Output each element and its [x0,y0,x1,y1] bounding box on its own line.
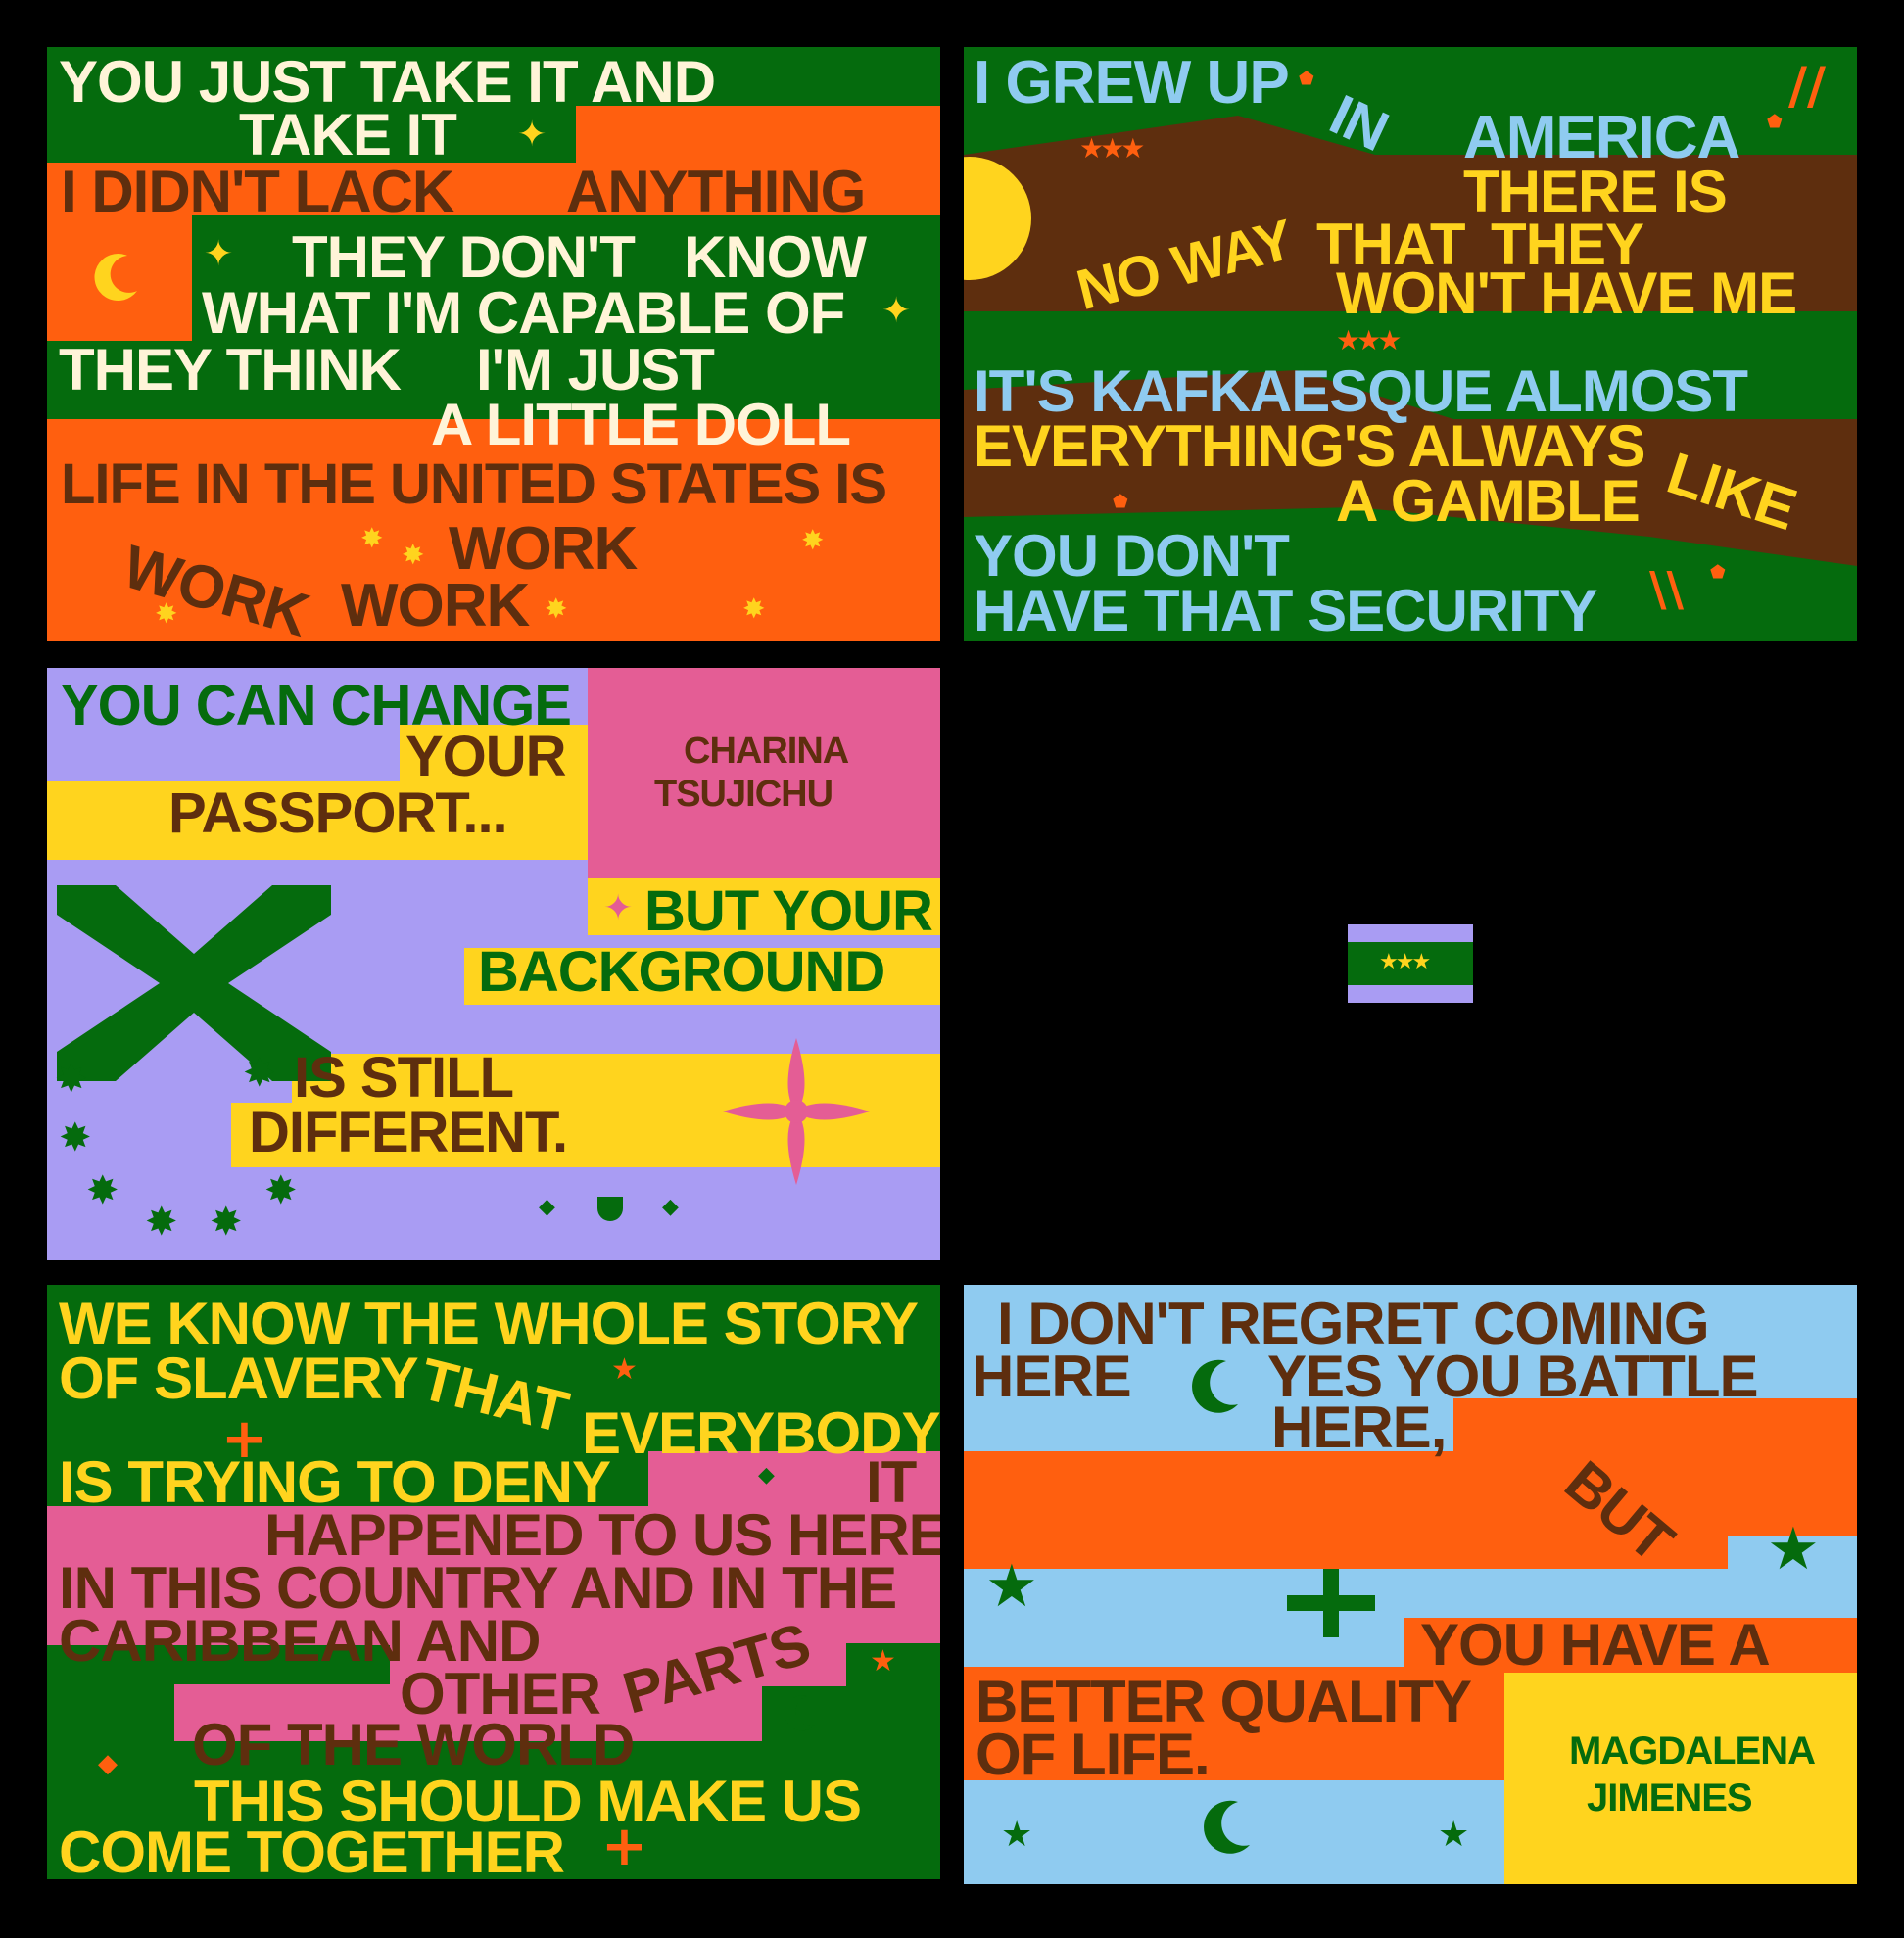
pentagon-icon: ⬟ [1299,69,1314,89]
quote-line: PASSPORT... [168,781,508,845]
quote-line: ANYTHING [566,159,866,224]
quote-line: KNOW [684,224,867,290]
diamond-icon: ◆ [98,1749,118,1778]
x-cross-icon [57,885,331,1081]
star-icon: ★ [611,1352,638,1387]
star-icon: ★ [1001,1815,1033,1855]
quote-line: I'M JUST [476,337,715,402]
sparkle-icon: ✦ [517,115,547,155]
sparkle-icon: ✦ [603,888,634,928]
star-icon: ✸ [545,592,568,625]
name-line: TSUJICHU [654,774,833,815]
three-stars-icon: ★★★ [1379,950,1431,974]
quote-line: THEY THINK [59,337,402,402]
quote-line: WE KNOW THE WHOLE STORY [59,1291,919,1356]
quote-line: THAT [413,1346,574,1445]
moon-icon [94,254,137,302]
quote-line: DIFFERENT. [249,1101,568,1164]
name-line: CHARINA [684,731,849,772]
quote-line: LIFE IN THE UNITED STATES IS [61,452,887,516]
moon-icon [1192,1359,1238,1413]
mini-flag: ★★★ [1348,924,1473,1003]
star-icon: ✸ [145,1200,178,1245]
quote-line: THEY DON'T [292,224,636,290]
quote-line: COME TOGETHER [59,1820,565,1880]
flag-slavery-story: WE KNOW THE WHOLE STORY OF SLAVERY THAT … [47,1285,940,1879]
double-slash-icon: // [1788,57,1826,116]
plus-icon: + [601,1815,647,1878]
quote-line: OF THE WORLD [192,1712,635,1777]
quote-line: I GREW UP [974,49,1290,117]
star-icon: ✸ [264,1168,298,1213]
quote-line: YOU DON'T [974,523,1290,589]
moon-icon [785,1695,815,1731]
quote-line: TAKE IT [239,102,457,167]
sparkle-icon: ✦ [881,291,912,331]
diamond-icon: ◆ [662,1195,679,1219]
star-icon: ✸ [402,539,425,571]
quote-line: WORK [116,533,315,641]
pentagon-icon: ⬟ [1113,492,1128,512]
quote-line: BUT YOUR [644,879,933,943]
star-icon: ✸ [55,1057,88,1102]
quote-line: IS STILL [294,1046,514,1110]
sparkle-icon: ✦ [204,234,234,274]
quote-line: WON'T HAVE ME [1336,260,1797,326]
star-icon: ✸ [155,597,178,630]
moon-icon [1204,1800,1250,1854]
sun-icon [964,157,1031,280]
three-stars-icon: ★★★ [1336,324,1402,356]
quote-line: A LITTLE DOLL [431,392,851,457]
quote-line: EVERYTHING'S ALWAYS [974,413,1645,479]
star-icon: ★ [1767,1515,1820,1583]
quote-line: WHAT I'M CAPABLE OF [202,280,845,346]
quote-line: WORK [341,572,530,639]
quote-line: I DIDN'T LACK [61,159,454,224]
quote-line: OF LIFE. [976,1722,1211,1787]
name-line: MAGDALENA [1569,1729,1816,1773]
quote-line: BACKGROUND [478,940,885,1004]
diamond-icon: ◆ [758,1463,775,1488]
star-icon: ✸ [243,1051,276,1096]
quote-line: HERE, [1271,1394,1447,1460]
star-icon: ★ [985,1552,1038,1621]
star-icon: ✸ [210,1200,243,1245]
star-icon: ✸ [742,592,766,625]
cross-icon [1287,1569,1375,1637]
quote-line: HAVE THAT SECURITY [974,578,1597,641]
star-icon: ★ [870,1644,896,1678]
quote-line: WORK [449,515,638,583]
flag-work-work-work: YOU JUST TAKE IT AND TAKE IT I DIDN'T LA… [47,47,940,641]
quote-line: IT'S KAFKAESQUE ALMOST [974,358,1748,424]
flag-better-quality: I DON'T REGRET COMING HERE YES YOU BATTL… [964,1285,1857,1884]
quote-line: YOUR [405,725,567,788]
pentagon-icon: ⬟ [1710,562,1726,583]
star-icon: ✸ [801,524,825,556]
pentagon-icon: ⬟ [1767,112,1783,132]
name-line: JIMENES [1587,1776,1753,1820]
double-slash-icon: \\ [1649,562,1685,617]
orange-band [964,1451,1857,1536]
three-stars-icon: ★★★ [1079,132,1145,165]
quote-line: YOU HAVE A [1420,1612,1771,1678]
plus-icon: + [221,1407,267,1471]
quote-line: A GAMBLE [1336,468,1641,534]
diamond-icon: ◆ [539,1195,555,1219]
star-icon: ✸ [59,1115,92,1160]
flag-kafkaesque: I GREW UP IN AMERICA THERE IS NO WAY THA… [964,47,1857,641]
star-icon: ★ [1438,1815,1470,1855]
star-icon: ✸ [86,1168,119,1213]
flower-icon [723,1038,870,1185]
quote-line: OF SLAVERY [59,1346,419,1411]
star-icon: ✸ [360,522,384,554]
quote-line: HERE [972,1344,1132,1409]
shield-icon [597,1197,623,1221]
flag-passport: YOU CAN CHANGE YOUR PASSPORT... CHARINA … [47,668,940,1260]
